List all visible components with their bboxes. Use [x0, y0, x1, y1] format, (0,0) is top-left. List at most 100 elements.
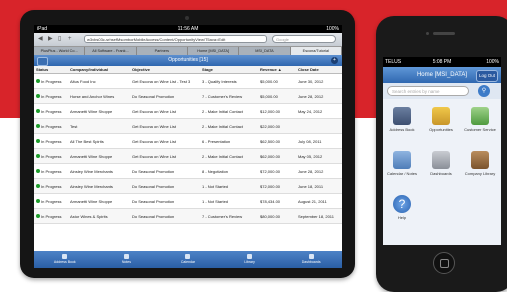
table-cell: July 08, 2011 — [296, 133, 342, 149]
tile-address-book[interactable]: Address Book — [385, 107, 419, 132]
cell-text: 7 - Customer's Review — [202, 213, 243, 219]
url-field[interactable]: w3vbs03c-srhsefMsomborMobileAccess/Conte… — [84, 35, 267, 43]
table-cell: Ainsley Wine Merchants — [68, 163, 130, 179]
browser-tabs: PlusPlus - World Co... All Software - Fr… — [34, 47, 342, 55]
table-cell: 6 - Presentation — [200, 133, 258, 149]
tile-customer-service[interactable]: Customer Service — [463, 107, 497, 132]
table-cell: $80,000.00 — [258, 208, 296, 224]
app-header: Opportunities [15] + — [34, 55, 342, 66]
browser-tab-active[interactable]: Escona/Tutorial — [290, 47, 342, 55]
nav-address-book[interactable]: Address Book — [34, 251, 96, 268]
table-row[interactable]: In Progress Astor Wines & Spirits Do Seaso… — [34, 208, 342, 224]
column-header[interactable]: Stage — [200, 66, 258, 74]
table-row[interactable]: In Progress Armanetti Wine Shoppe Get Esco… — [34, 103, 342, 119]
help-icon: ? — [393, 195, 411, 213]
search-icon[interactable]: ⚲ — [478, 85, 490, 97]
nav-notes[interactable]: Notes — [96, 251, 158, 268]
cell-text: $62,500.00 — [260, 138, 281, 144]
table-cell: 1 - Not Started — [200, 178, 258, 194]
table-cell: May 05, 2012 — [296, 148, 342, 164]
ipad-status-bar: iPad 11:56 AM 100% — [34, 25, 342, 33]
tile-opportunities[interactable]: Opportunities — [424, 107, 458, 132]
tile-label: Address Book — [389, 127, 415, 132]
nav-library[interactable]: Library — [219, 251, 281, 268]
browser-search-field[interactable]: Google — [272, 35, 336, 43]
cell-text: Get Escona on Wine List — [132, 153, 177, 159]
company-library-icon — [471, 151, 489, 169]
nav-calendar[interactable]: Calendar — [157, 251, 219, 268]
table-row[interactable]: In Progress Ainsley Wine Merchants Do Seas… — [34, 163, 342, 179]
table-row[interactable]: In Progress Armanetti Wine Shoppe Do Seaso… — [34, 193, 342, 209]
opportunities-table: Status Company/Individual Objective Stag… — [34, 66, 342, 224]
cell-text: Get Escona on Wine List — [132, 108, 177, 114]
search-input[interactable]: Search entries by name — [387, 86, 469, 96]
share-icon[interactable]: + — [68, 36, 72, 43]
cell-text: Armanetti Wine Shoppe — [70, 153, 113, 159]
cell-text: Armanetti Wine Shoppe — [70, 108, 113, 114]
cell-text: June 28, 2012 — [298, 168, 324, 174]
nav-dashboards[interactable]: Dashboards — [280, 251, 342, 268]
column-header[interactable]: Status — [34, 66, 68, 74]
cell-text: $78,434.00 — [260, 198, 281, 204]
status-dot-icon — [36, 109, 40, 114]
iphone-screen: TELUS 5:08 PM 100% Home [MSI_DATA] Log O… — [383, 57, 501, 245]
table-cell: 2 - Make Initial Contact — [200, 103, 258, 119]
status-cell: In Progress — [34, 88, 68, 104]
iphone-camera — [426, 32, 429, 35]
tile-label: Dashboards — [430, 171, 452, 176]
cell-text: $5,000.00 — [260, 78, 278, 84]
table-cell: Armanetti Wine Shoppe — [68, 148, 130, 164]
logout-button[interactable]: Log Out — [476, 70, 498, 82]
browser-tab[interactable]: All Software - Frank... — [85, 47, 137, 55]
browser-tab[interactable]: PlusPlus - World Co... — [34, 47, 86, 55]
tile-label: Opportunities — [429, 127, 453, 132]
tile-calendar-notes[interactable]: Calendar / Notes — [385, 151, 419, 176]
tile-company-library[interactable]: Company Library — [463, 151, 497, 176]
iphone-speaker — [433, 32, 455, 35]
status-dot-icon — [36, 184, 40, 189]
status-dot-icon — [36, 94, 40, 99]
nav-label: Address Book — [53, 260, 76, 264]
status-cell: In Progress — [34, 118, 68, 134]
table-cell — [296, 118, 342, 134]
status-cell: In Progress — [34, 103, 68, 119]
table-cell: $72,000.00 — [258, 178, 296, 194]
bookmarks-icon[interactable]: ▯ — [58, 36, 61, 43]
browser-tab[interactable]: Home [MSI_DATA] — [188, 47, 240, 55]
table-row[interactable]: In Progress Altus Food Inc Get Escona on W… — [34, 73, 342, 89]
table-row[interactable]: In Progress Armanetti Wine Shoppe Get Esco… — [34, 148, 342, 164]
tile-dashboards[interactable]: Dashboards — [424, 151, 458, 176]
column-header[interactable]: Close Date — [296, 66, 342, 74]
column-header[interactable]: Company/Individual — [68, 66, 130, 74]
tile-help[interactable]: ? Help — [385, 195, 419, 220]
table-cell: Get Escona on Wine List — [130, 118, 200, 134]
table-cell: Do Seasonal Promotion — [130, 88, 200, 104]
cell-text: 1 - Not Started — [202, 183, 229, 189]
table-cell: Altus Food Inc — [68, 73, 130, 89]
iphone-status-bar: TELUS 5:08 PM 100% — [383, 57, 501, 67]
back-arrow-icon[interactable]: ◀ — [38, 36, 43, 43]
add-icon[interactable]: + — [331, 57, 338, 64]
forward-arrow-icon[interactable]: ▶ — [48, 36, 53, 43]
table-cell: 3 - Qualify Interests — [200, 73, 258, 89]
table-row[interactable]: In Progress Ainsley Wine Merchants Do Seas… — [34, 178, 342, 194]
table-cell: $5,000.00 — [258, 73, 296, 89]
column-header[interactable]: Revenue ▲ — [258, 66, 296, 74]
cell-text: July 08, 2011 — [298, 138, 322, 144]
browser-tab[interactable]: Partners — [137, 47, 188, 55]
cell-text: 2 - Make Initial Contact — [202, 108, 243, 114]
table-row[interactable]: In Progress All The Best Spirits Get Escon… — [34, 133, 342, 149]
opportunities-icon — [432, 107, 450, 125]
table-cell: Test — [68, 118, 130, 134]
iphone-header: Home [MSI_DATA] Log Out — [383, 67, 501, 83]
home-button[interactable] — [433, 252, 455, 274]
browser-tab[interactable]: MSI_DATA — [239, 47, 291, 55]
column-header[interactable]: Objective — [130, 66, 200, 74]
table-row[interactable]: In Progress Test Get Escona on Wine List 2 … — [34, 118, 342, 134]
battery-level: 100% — [326, 26, 339, 32]
cell-text: In Progress — [41, 93, 62, 99]
table-cell: May 24, 2012 — [296, 103, 342, 119]
calendar-icon — [185, 254, 191, 259]
cell-text: Ainsley Wine Merchants — [70, 168, 113, 174]
table-row[interactable]: In Progress Horse and Anchor Wines Do Seas… — [34, 88, 342, 104]
